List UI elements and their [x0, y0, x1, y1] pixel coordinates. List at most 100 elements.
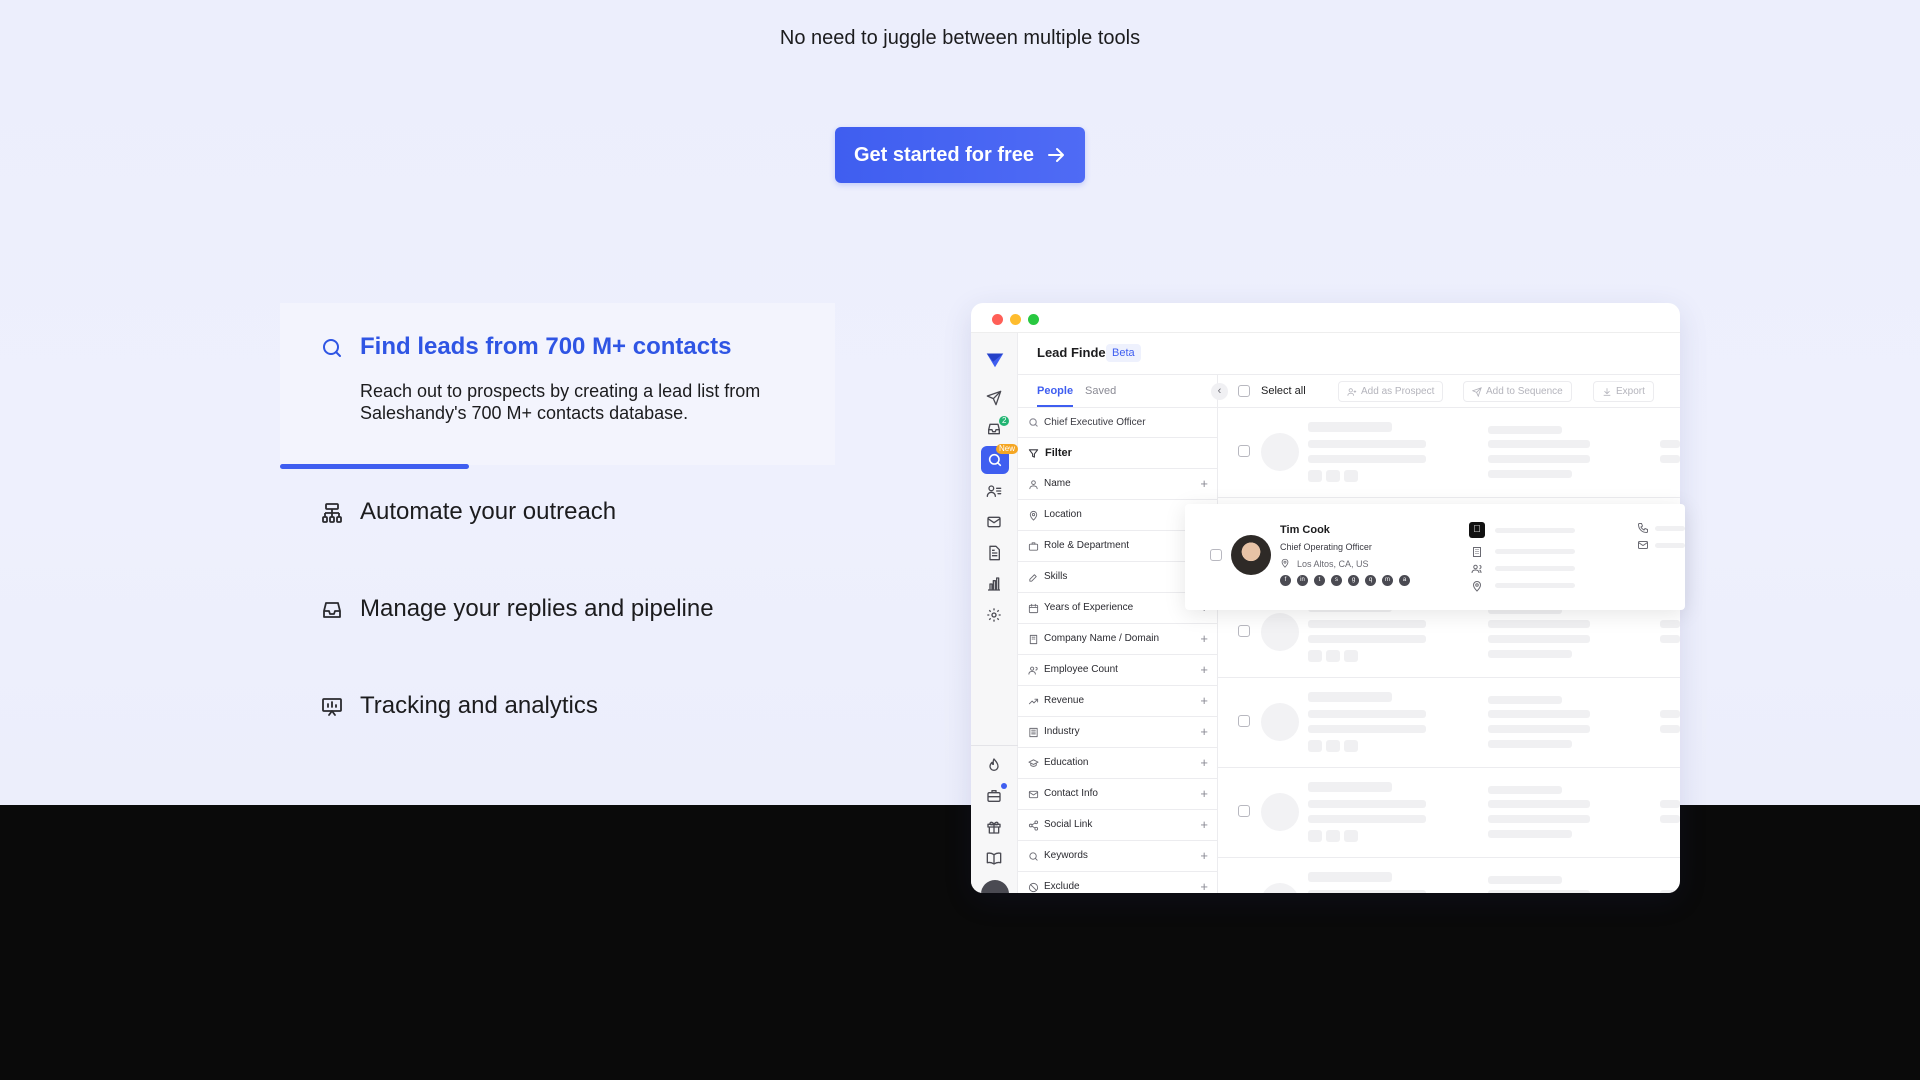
placeholder-line: [1660, 635, 1680, 643]
send-icon[interactable]: [984, 388, 1004, 408]
plus-icon[interactable]: +: [1200, 817, 1208, 832]
analytics-icon[interactable]: [984, 574, 1004, 594]
placeholder-line: [1308, 635, 1426, 643]
placeholder-line: [1488, 650, 1572, 658]
flame-icon[interactable]: [984, 755, 1004, 775]
row-checkbox[interactable]: [1238, 715, 1250, 727]
tab-saved[interactable]: Saved: [1085, 385, 1116, 397]
row-checkbox[interactable]: [1238, 805, 1250, 817]
row-checkbox[interactable]: [1238, 445, 1250, 457]
notification-dot: [1001, 783, 1007, 789]
feature-automate-outreach[interactable]: Automate your outreach: [280, 493, 835, 533]
gift-icon[interactable]: [984, 817, 1004, 837]
plus-icon[interactable]: +: [1200, 848, 1208, 863]
filter-item[interactable]: Industry +: [1018, 717, 1218, 748]
filter-item[interactable]: Keywords +: [1018, 841, 1218, 872]
tab-people[interactable]: People: [1037, 385, 1074, 407]
filter-item[interactable]: Company Name / Domain +: [1018, 624, 1218, 655]
filter-item[interactable]: Revenue +: [1018, 686, 1218, 717]
filter-item[interactable]: Exclude +: [1018, 872, 1218, 893]
prospects-icon[interactable]: [984, 481, 1004, 501]
filter-label: Employee Count: [1044, 664, 1118, 675]
linkedin-icon[interactable]: in: [1297, 575, 1308, 586]
sitemap-icon: [322, 503, 342, 523]
export-button[interactable]: Export: [1593, 381, 1654, 402]
placeholder-line: [1488, 800, 1590, 808]
feature-manage-replies[interactable]: Manage your replies and pipeline: [280, 590, 835, 630]
collapse-panel-button[interactable]: ‹: [1211, 383, 1228, 400]
avatar[interactable]: [981, 880, 1009, 893]
logo-icon[interactable]: [983, 347, 1007, 371]
plus-icon[interactable]: +: [1200, 662, 1208, 677]
filter-label: Industry: [1044, 726, 1080, 737]
placeholder-line: [1488, 620, 1590, 628]
minimize-dot[interactable]: [1010, 314, 1021, 325]
filter-item[interactable]: Education +: [1018, 748, 1218, 779]
add-to-sequence-button[interactable]: Add to Sequence: [1463, 381, 1572, 402]
feature-title: Manage your replies and pipeline: [360, 595, 714, 622]
placeholder-line: [1488, 815, 1590, 823]
plus-icon[interactable]: +: [1200, 476, 1208, 491]
select-all-checkbox[interactable]: [1238, 385, 1250, 397]
filter-label: Location: [1044, 509, 1082, 520]
angellist-icon[interactable]: a: [1399, 575, 1410, 586]
row-checkbox[interactable]: [1238, 625, 1250, 637]
placeholder-line: [1308, 710, 1426, 718]
settings-icon[interactable]: [984, 605, 1004, 625]
github-icon[interactable]: g: [1348, 575, 1359, 586]
twitter-icon[interactable]: t: [1314, 575, 1325, 586]
plus-icon[interactable]: +: [1200, 786, 1208, 801]
facebook-icon[interactable]: f: [1280, 575, 1291, 586]
plus-icon[interactable]: +: [1200, 879, 1208, 893]
placeholder-line: [1488, 786, 1562, 794]
close-dot[interactable]: [992, 314, 1003, 325]
inbox-icon: [323, 602, 341, 618]
apple-logo-icon: : [1469, 522, 1485, 538]
plus-icon[interactable]: +: [1200, 755, 1208, 770]
plus-icon[interactable]: +: [1200, 631, 1208, 646]
feature-tracking-analytics[interactable]: Tracking and analytics: [280, 687, 835, 727]
get-started-button[interactable]: Get started for free: [835, 127, 1085, 183]
placeholder-line: [1488, 710, 1590, 718]
placeholder-line: [1308, 890, 1426, 893]
placeholder-line: [1655, 543, 1685, 548]
placeholder-line: [1344, 740, 1358, 752]
contact-name: Tim Cook: [1280, 524, 1330, 536]
placeholder-line: [1660, 890, 1680, 893]
search-input[interactable]: Chief Executive Officer: [1018, 408, 1218, 438]
add-as-prospect-button[interactable]: Add as Prospect: [1338, 381, 1444, 402]
presentation-chart-icon: [322, 698, 342, 716]
plus-icon[interactable]: +: [1200, 693, 1208, 708]
contact-card[interactable]: Tim Cook Chief Operating Officer Los Alt…: [1185, 504, 1685, 610]
feature-title: Tracking and analytics: [360, 692, 598, 719]
add-to-sequence-label: Add to Sequence: [1486, 386, 1563, 397]
maximize-dot[interactable]: [1028, 314, 1039, 325]
app-header: Lead Finder Beta: [1018, 333, 1680, 375]
book-icon[interactable]: [984, 848, 1004, 868]
placeholder-line: [1344, 650, 1358, 662]
feature-find-leads[interactable]: Find leads from 700 M+ contacts Reach ou…: [280, 303, 835, 465]
placeholder-line: [1495, 583, 1575, 588]
filter-item[interactable]: Employee Count +: [1018, 655, 1218, 686]
placeholder-line: [1308, 740, 1322, 752]
contact-checkbox[interactable]: [1210, 549, 1222, 561]
filter-label: Revenue: [1044, 695, 1085, 706]
plus-icon[interactable]: +: [1200, 724, 1208, 739]
mail-icon[interactable]: [984, 512, 1004, 532]
placeholder-line: [1488, 876, 1562, 884]
filter-item[interactable]: Social Link +: [1018, 810, 1218, 841]
feature-title: Automate your outreach: [360, 498, 617, 525]
briefcase-icon[interactable]: [984, 786, 1004, 806]
graduation-cap-icon: [1028, 759, 1039, 767]
stackoverflow-icon[interactable]: s: [1331, 575, 1342, 586]
send-icon: [1472, 386, 1482, 397]
quora-icon[interactable]: q: [1365, 575, 1376, 586]
result-row-placeholder: [1218, 678, 1680, 768]
app-sidebar: 2 New: [971, 333, 1019, 893]
placeholder-line: [1488, 696, 1562, 704]
filter-item[interactable]: Name +: [1018, 469, 1218, 500]
aboutme-icon[interactable]: m: [1382, 575, 1393, 586]
download-icon: [1603, 387, 1611, 396]
templates-icon[interactable]: [984, 543, 1004, 563]
filter-item[interactable]: Contact Info +: [1018, 779, 1218, 810]
